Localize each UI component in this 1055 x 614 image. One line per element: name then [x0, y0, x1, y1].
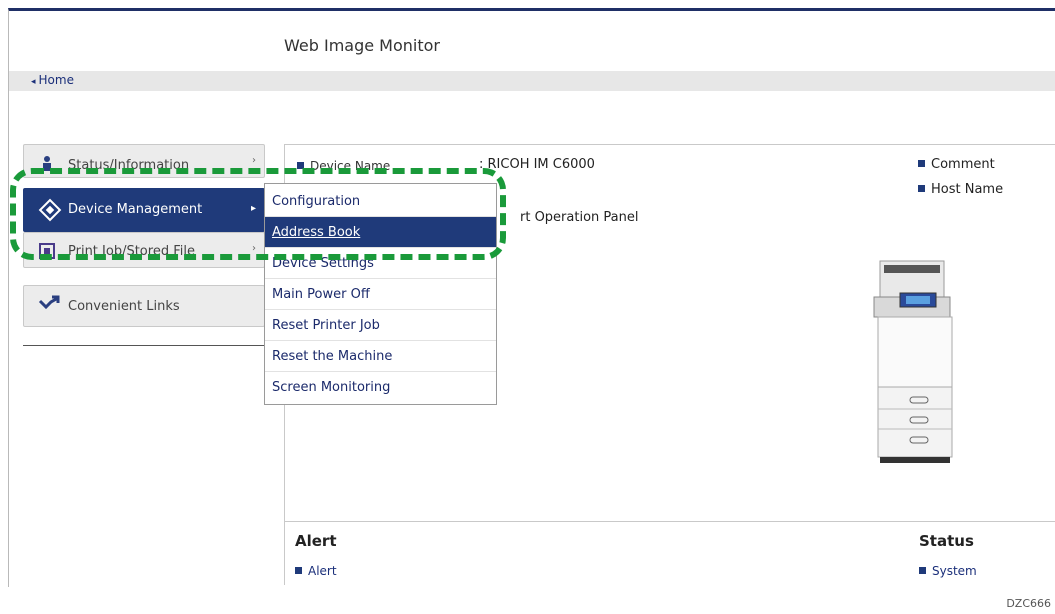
chevron-right-icon: ▸ [250, 203, 256, 214]
bullet-square-icon [918, 160, 925, 167]
submenu-item-address-book[interactable]: Address Book [265, 217, 496, 248]
chevron-right-icon: › [252, 243, 256, 254]
figure-id: DZC666 [1006, 597, 1051, 610]
submenu-item-main-power-off[interactable]: Main Power Off [265, 279, 496, 310]
home-label: Home [38, 73, 74, 87]
alert-heading: Alert [295, 532, 337, 550]
person-icon [38, 154, 56, 176]
chevron-left-icon: ◂ [31, 77, 36, 87]
bullet-square-icon [295, 567, 302, 574]
menu-label-print-job: Print Job/Stored File [68, 244, 195, 259]
submenu-item-device-settings[interactable]: Device Settings [265, 248, 496, 279]
device-management-icon [38, 198, 62, 226]
operation-panel-value: rt Operation Panel [520, 210, 639, 225]
link-arrow-icon [38, 295, 60, 317]
submenu-item-reset-printer-job[interactable]: Reset Printer Job [265, 310, 496, 341]
menu-item-device-management[interactable]: Device Management ▸ [23, 188, 265, 232]
alert-link[interactable]: Alert [295, 564, 337, 578]
menu-label-device-management: Device Management [68, 202, 203, 217]
comment-link[interactable]: Comment [918, 157, 995, 172]
bullet-square-icon [918, 185, 925, 192]
submenu-item-configuration[interactable]: Configuration [265, 186, 496, 217]
menu-item-status[interactable]: Status/Information › [23, 144, 265, 178]
browser-frame: Web Image Monitor ◂ Home Status/Informati… [8, 8, 1055, 587]
bullet-square-icon [297, 162, 304, 169]
bullet-square-icon [919, 567, 926, 574]
status-heading: Status [919, 532, 974, 550]
menu-item-convenient-links[interactable]: Convenient Links [23, 285, 265, 327]
home-link[interactable]: ◂ Home [31, 73, 74, 87]
device-name-label: Device Name [297, 159, 390, 173]
system-link[interactable]: System [919, 564, 977, 578]
submenu-item-screen-monitoring[interactable]: Screen Monitoring [265, 372, 496, 403]
device-management-submenu: Configuration Address Book Device Settin… [264, 183, 497, 405]
document-icon [38, 242, 56, 264]
device-name-value: : RICOH IM C6000 [479, 157, 595, 172]
menu-label-convenient-links: Convenient Links [68, 299, 180, 314]
host-name-link[interactable]: Host Name [918, 182, 1003, 197]
submenu-item-reset-machine[interactable]: Reset the Machine [265, 341, 496, 372]
home-bar: ◂ Home [9, 71, 1055, 91]
chevron-right-icon: › [252, 155, 256, 166]
menu-item-print-job[interactable]: Print Job/Stored File › [23, 232, 265, 268]
menu-label-status: Status/Information [68, 158, 190, 173]
app-title: Web Image Monitor [284, 36, 440, 55]
section-divider [285, 521, 1055, 522]
printer-image [860, 253, 970, 477]
left-divider [23, 345, 273, 346]
